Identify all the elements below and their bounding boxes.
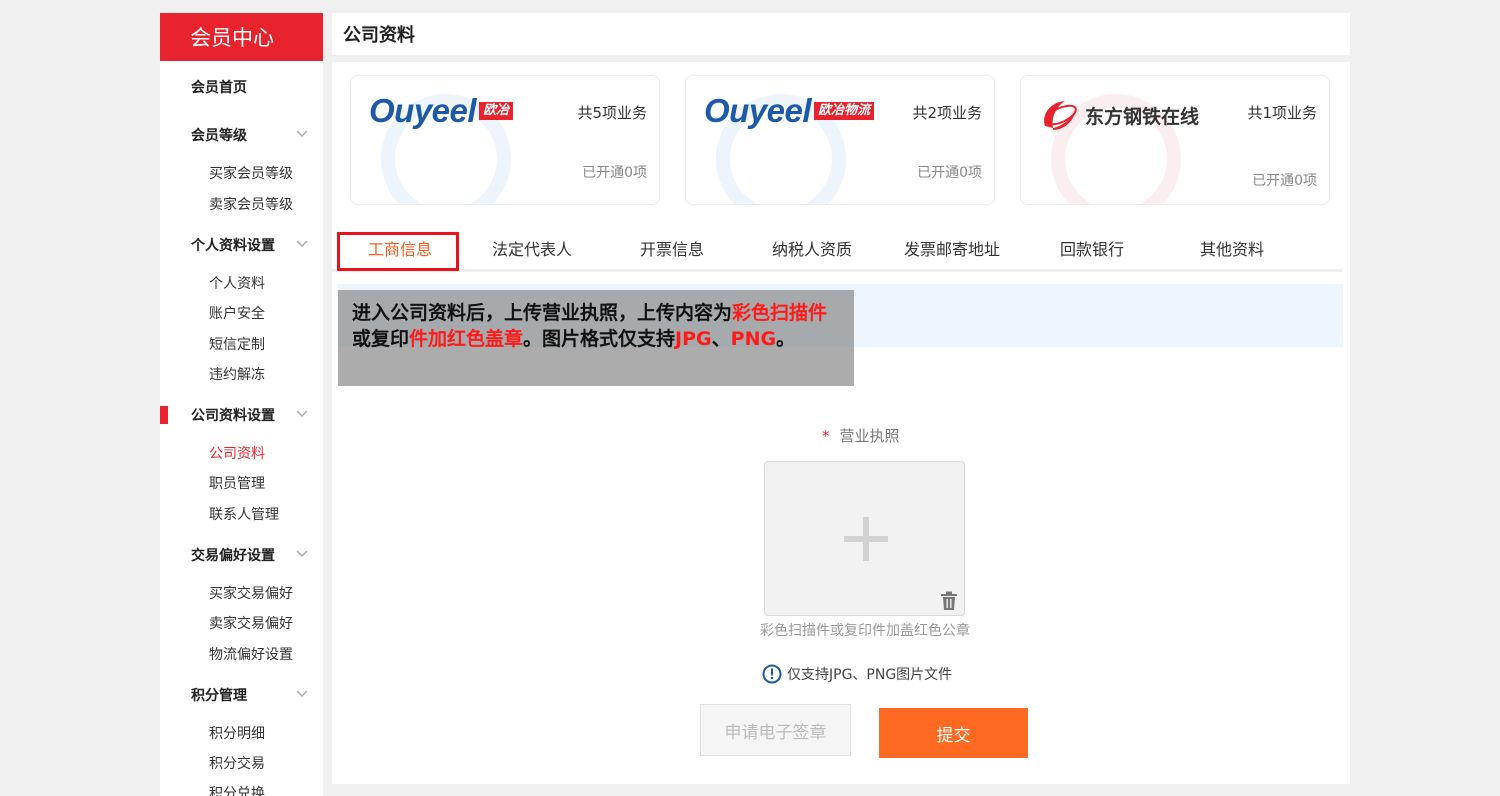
required-mark: * [822, 427, 830, 445]
sidebar-item-unfreeze[interactable]: 违约解冻 [209, 365, 265, 385]
format-note-text: 仅支持JPG、PNG图片文件 [787, 667, 953, 683]
ouyeel-logistics-logo: Ouyeel 欧冶物流 [704, 92, 875, 130]
tooltip-text: 、 [711, 328, 731, 350]
sidebar-item-personal-info[interactable]: 个人资料 [209, 274, 265, 294]
license-label-text: 营业执照 [839, 427, 900, 445]
sidebar-group-personal[interactable]: 个人资料设置 [160, 233, 323, 257]
main-panel: Ouyeel 欧冶 共5项业务 已开通0项 Ouyeel 欧冶物流 共2项业务 … [332, 62, 1350, 784]
chevron-down-icon [296, 410, 308, 418]
sidebar-group-company[interactable]: 公司资料设置 [160, 403, 323, 427]
sidebar-item-points-detail[interactable]: 积分明细 [209, 724, 265, 744]
sidebar-group-label: 积分管理 [191, 688, 247, 704]
logo-tag: 欧冶 [479, 102, 514, 120]
sidebar: 会员中心 会员首页 会员等级 买家会员等级 卖家会员等级 个人资料设置 个人资料… [160, 13, 323, 796]
tab-taxpayer[interactable]: 纳税人资质 [752, 228, 872, 268]
license-upload-box[interactable] [764, 461, 965, 616]
apply-esign-button[interactable]: 申请电子签章 [700, 704, 851, 756]
business-card-dongfang[interactable]: 东方钢铁在线 共1项业务 已开通0项 [1020, 75, 1330, 205]
highlight-box [337, 232, 459, 271]
trash-icon[interactable] [940, 591, 958, 611]
sidebar-group-trade-pref[interactable]: 交易偏好设置 [160, 543, 323, 567]
sidebar-item-buyer-level[interactable]: 买家会员等级 [209, 164, 293, 184]
tooltip-text: 。图片格式仅支持 [523, 328, 676, 350]
info-icon [762, 664, 782, 684]
tab-other[interactable]: 其他资料 [1172, 228, 1292, 268]
logo-tag: 欧冶物流 [814, 102, 875, 120]
sidebar-item-seller-level[interactable]: 卖家会员等级 [209, 195, 293, 215]
logo-word: Ouyeel [369, 92, 477, 129]
dongfang-emblem-icon [1044, 101, 1077, 130]
page-title: 公司资料 [332, 13, 1350, 55]
tooltip-highlight: 件加红色盖章 [409, 328, 524, 350]
ouyeel-logo: Ouyeel 欧冶 [369, 92, 514, 130]
sidebar-item-account-security[interactable]: 账户安全 [209, 304, 265, 324]
sidebar-item-logistics-pref[interactable]: 物流偏好设置 [209, 645, 293, 665]
tab-payment-bank[interactable]: 回款银行 [1032, 228, 1152, 268]
tab-invoice-address[interactable]: 发票邮寄地址 [892, 228, 1012, 268]
tooltip-highlight: 彩色扫描件 [732, 302, 828, 324]
sidebar-item-staff[interactable]: 职员管理 [209, 474, 265, 494]
sidebar-group-points[interactable]: 积分管理 [160, 683, 323, 707]
tab-bar: 工商信息 法定代表人 开票信息 纳税人资质 发票邮寄地址 回款银行 其他资料 [332, 228, 1342, 272]
sidebar-item-points-trade[interactable]: 积分交易 [209, 754, 265, 774]
sidebar-item-points-redeem[interactable]: 积分兑换 [209, 784, 265, 796]
chevron-down-icon [296, 130, 308, 138]
sidebar-group-label: 会员等级 [191, 128, 247, 144]
format-note: 仅支持JPG、PNG图片文件 [762, 664, 952, 684]
chevron-down-icon [296, 550, 308, 558]
sidebar-item-sms[interactable]: 短信定制 [209, 335, 265, 355]
tab-legal-rep[interactable]: 法定代表人 [472, 228, 592, 268]
tooltip-text: 或复印 [352, 328, 410, 350]
tooltip-text: 进入公司资料后，上传营业执照，上传内容为 [352, 302, 733, 324]
sidebar-group-member-level[interactable]: 会员等级 [160, 123, 323, 147]
dongfang-logo: 东方钢铁在线 [1039, 96, 1199, 134]
upload-hint: 彩色扫描件或复印件加盖红色公章 [760, 623, 970, 639]
tab-invoice-info[interactable]: 开票信息 [612, 228, 732, 268]
sidebar-item-seller-pref[interactable]: 卖家交易偏好 [209, 614, 293, 634]
instruction-tooltip: 进入公司资料后，上传营业执照，上传内容为彩色扫描件或复印件加红色盖章。图片格式仅… [338, 290, 854, 386]
sidebar-group-label: 公司资料设置 [191, 408, 275, 424]
sidebar-item-home[interactable]: 会员首页 [160, 75, 323, 99]
submit-button[interactable]: 提交 [879, 708, 1028, 758]
sidebar-group-label: 交易偏好设置 [191, 548, 275, 564]
sidebar-item-contacts[interactable]: 联系人管理 [209, 505, 279, 525]
logo-word: Ouyeel [704, 92, 812, 129]
tooltip-text: 。 [776, 328, 796, 350]
tooltip-highlight: PNG [730, 328, 777, 350]
sidebar-item-company-info[interactable]: 公司资料 [209, 444, 265, 464]
sidebar-item-label: 会员首页 [191, 80, 247, 96]
chevron-down-icon [296, 690, 308, 698]
opened-count: 已开通0项 [917, 165, 982, 181]
license-label: * 营业执照 [822, 425, 900, 446]
business-count: 共2项业务 [912, 104, 982, 122]
chevron-down-icon [296, 240, 308, 248]
sidebar-title: 会员中心 [160, 13, 323, 61]
business-card-ouyeel[interactable]: Ouyeel 欧冶 共5项业务 已开通0项 [350, 75, 660, 205]
sidebar-group-label: 个人资料设置 [191, 238, 275, 254]
opened-count: 已开通0项 [582, 165, 647, 181]
plus-icon [844, 536, 888, 542]
sidebar-item-buyer-pref[interactable]: 买家交易偏好 [209, 584, 293, 604]
tooltip-highlight: JPG [675, 328, 712, 350]
business-card-ouyeel-logistics[interactable]: Ouyeel 欧冶物流 共2项业务 已开通0项 [685, 75, 995, 205]
logo-text: 东方钢铁在线 [1085, 105, 1200, 128]
business-count: 共5项业务 [577, 104, 647, 122]
opened-count: 已开通0项 [1252, 173, 1317, 189]
business-count: 共1项业务 [1247, 104, 1317, 122]
